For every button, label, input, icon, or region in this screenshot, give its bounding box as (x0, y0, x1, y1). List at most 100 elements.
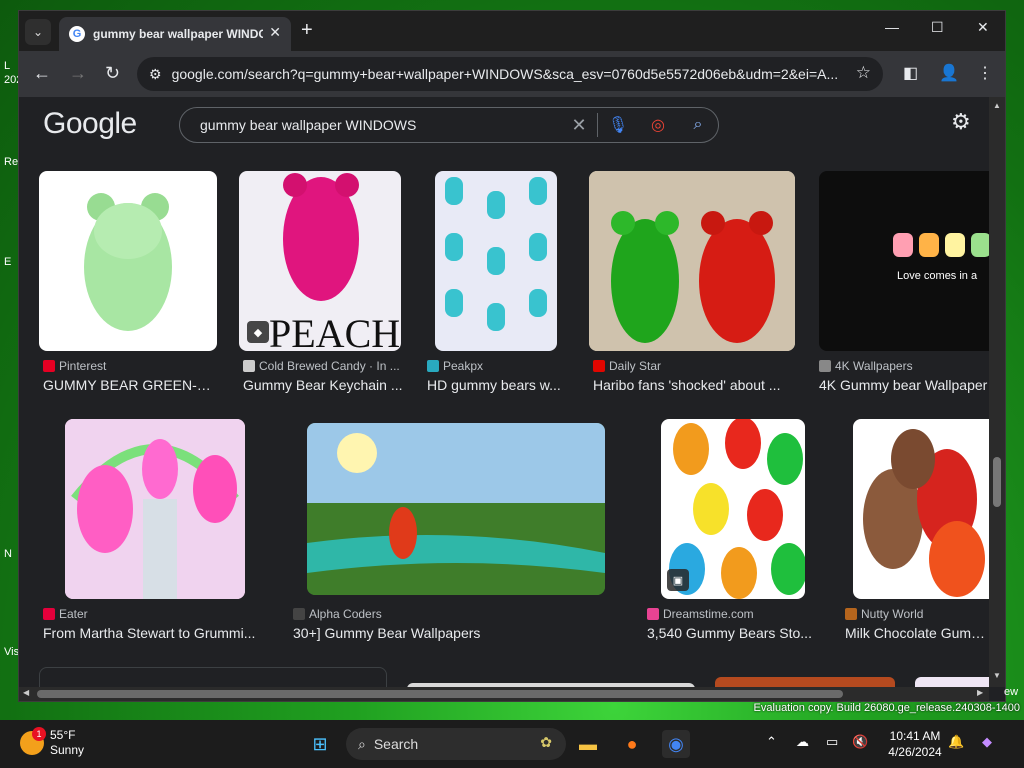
result-source: Daily Star (593, 359, 661, 373)
voice-search-icon[interactable]: 🎙 (598, 115, 638, 135)
result-image[interactable] (39, 171, 217, 351)
source-name: Peakpx (443, 359, 484, 373)
result-caption[interactable]: 30+] Gummy Bear Wallpapers (293, 625, 593, 641)
result-image[interactable]: ▣ (661, 419, 805, 599)
address-bar[interactable]: ⚙ google.com/search?q=gummy+bear+wallpap… (137, 57, 883, 91)
desktop-edge-label: N (4, 548, 12, 560)
source-name: Pinterest (59, 359, 107, 373)
horizontal-scrollbar[interactable]: ◀ ▶ (19, 687, 989, 701)
vertical-scrollbar[interactable]: ▲ ▼ (989, 97, 1005, 687)
horizontal-scroll-thumb[interactable] (37, 690, 843, 698)
clear-search-icon[interactable]: ✕ (561, 115, 597, 136)
url-text: google.com/search?q=gummy+bear+wallpaper… (171, 66, 839, 82)
cold-brewed-candy-favicon-icon (243, 360, 255, 372)
sun-icon: 1 (20, 727, 46, 755)
search-icon: ⌕ (358, 735, 366, 752)
result-image-partial[interactable] (39, 667, 387, 687)
result-image[interactable] (435, 171, 557, 351)
tab-title: gummy bear wallpaper WINDOWS (93, 27, 263, 41)
result-caption[interactable]: From Martha Stewart to Grummi... (43, 625, 265, 641)
desktop-edge-label: Re (4, 156, 19, 168)
side-panel-icon[interactable]: ◧ (903, 63, 918, 83)
settings-gear-icon[interactable]: ⚙ (951, 109, 971, 135)
clock[interactable]: 10:41 AM 4/26/2024 (884, 728, 946, 760)
title-bar: ⌄ G gummy bear wallpaper WINDOWS ✕ + — ☐… (19, 11, 1005, 51)
result-source: 4K Wallpapers (819, 359, 913, 373)
google-logo[interactable]: Google (43, 107, 137, 141)
file-explorer-icon[interactable]: ▬ (574, 730, 602, 758)
result-image[interactable] (307, 423, 605, 595)
forward-button[interactable]: → (69, 63, 87, 84)
pink-bears-rainbow-image (65, 419, 245, 599)
cloud-offline-icon[interactable]: ☁ (796, 734, 809, 750)
menu-kebab-icon[interactable]: ⋮ (977, 63, 993, 83)
reload-button[interactable]: ↻ (105, 63, 120, 84)
result-source: Dreamstime.com (647, 607, 754, 621)
result-caption[interactable]: GUMMY BEAR GREEN-TE... (43, 377, 219, 393)
network-icon[interactable]: ▭ (826, 734, 838, 750)
result-caption[interactable]: HD gummy bears w... (427, 377, 567, 393)
result-caption[interactable]: Gummy Bear Keychain ... (243, 377, 403, 393)
source-name: 4K Wallpapers (835, 359, 913, 373)
result-caption[interactable]: 4K Gummy bear Wallpaper (819, 377, 989, 393)
google-favicon-icon: G (69, 26, 85, 42)
taskbar-search-label: Search (373, 736, 419, 752)
result-image[interactable] (853, 419, 989, 599)
result-image[interactable]: PEACH ◆ (239, 171, 401, 351)
search-box[interactable]: gummy bear wallpaper WINDOWS ✕ 🎙 ◎ ⌕ (179, 107, 719, 143)
firefox-icon[interactable]: ● (618, 730, 646, 758)
close-window-button[interactable]: ✕ (977, 19, 989, 36)
peach-text: PEACH (269, 311, 400, 351)
bookmark-star-icon[interactable]: ☆ (856, 63, 871, 83)
scroll-left-icon[interactable]: ◀ (23, 688, 29, 697)
green-gummy-bear-image (84, 193, 172, 331)
desktop-edge-label: Vis (4, 646, 20, 658)
result-caption[interactable]: 3,540 Gummy Bears Sto... (647, 625, 817, 641)
notification-bell-icon[interactable]: 🔔 (948, 734, 964, 750)
copilot-icon[interactable]: ◆ (982, 734, 992, 750)
scroll-right-icon[interactable]: ▶ (977, 688, 983, 697)
search-icon[interactable]: ⌕ (678, 116, 718, 134)
minimize-button[interactable]: — (885, 19, 899, 35)
search-query[interactable]: gummy bear wallpaper WINDOWS (200, 117, 561, 133)
chrome-icon[interactable]: ◉ (662, 730, 690, 758)
volume-mute-icon[interactable]: 🔇 (852, 734, 868, 750)
maximize-button[interactable]: ☐ (931, 19, 944, 36)
browser-tab[interactable]: G gummy bear wallpaper WINDOWS ✕ (59, 17, 291, 51)
start-button-windows-icon[interactable]: ⊞ (306, 730, 334, 758)
new-tab-button[interactable]: + (301, 19, 313, 42)
pinterest-favicon-icon (43, 360, 55, 372)
source-name: Dreamstime.com (663, 607, 754, 621)
result-source: Cold Brewed Candy · In ... (243, 359, 400, 373)
result-caption[interactable]: Haribo fans 'shocked' about ... (593, 377, 793, 393)
taskbar-search[interactable]: ⌕ Search ✿ (346, 728, 566, 760)
desktop-edge-label: L (4, 60, 11, 72)
site-info-icon[interactable]: ⚙ (149, 66, 162, 83)
profile-icon[interactable]: 👤 (939, 63, 959, 83)
result-source: Nutty World (845, 607, 923, 621)
notification-badge: 1 (32, 727, 46, 741)
search-results-page: Google gummy bear wallpaper WINDOWS ✕ 🎙 … (19, 97, 989, 687)
scroll-up-icon[interactable]: ▲ (993, 101, 1001, 110)
scroll-down-icon[interactable]: ▼ (993, 671, 1001, 680)
forest-gummy-bear-image (307, 423, 605, 595)
eater-favicon-icon (43, 608, 55, 620)
weather-widget[interactable]: 1 55°F Sunny (20, 727, 85, 758)
back-button[interactable]: ← (33, 63, 51, 84)
weather-desc: Sunny (50, 743, 85, 757)
result-image[interactable]: Love comes in a (819, 171, 989, 351)
tab-search-button[interactable]: ⌄ (25, 19, 51, 45)
close-tab-icon[interactable]: ✕ (269, 24, 281, 41)
desktop-icon-edge: L 202 Re E N Vis (0, 50, 22, 690)
time: 10:41 AM (889, 729, 941, 743)
result-image-partial[interactable] (915, 677, 989, 687)
result-image-partial[interactable] (715, 677, 895, 687)
blue-gummy-bears-pattern-image (445, 177, 547, 331)
result-image[interactable] (65, 419, 245, 599)
vertical-scroll-thumb[interactable] (993, 457, 1001, 507)
result-caption[interactable]: Milk Chocolate Gummy (845, 625, 989, 641)
lens-search-icon[interactable]: ◎ (638, 115, 678, 135)
result-image[interactable] (589, 171, 795, 351)
result-source: Peakpx (427, 359, 483, 373)
show-hidden-icons-chevron-icon[interactable]: ⌃ (766, 734, 777, 750)
